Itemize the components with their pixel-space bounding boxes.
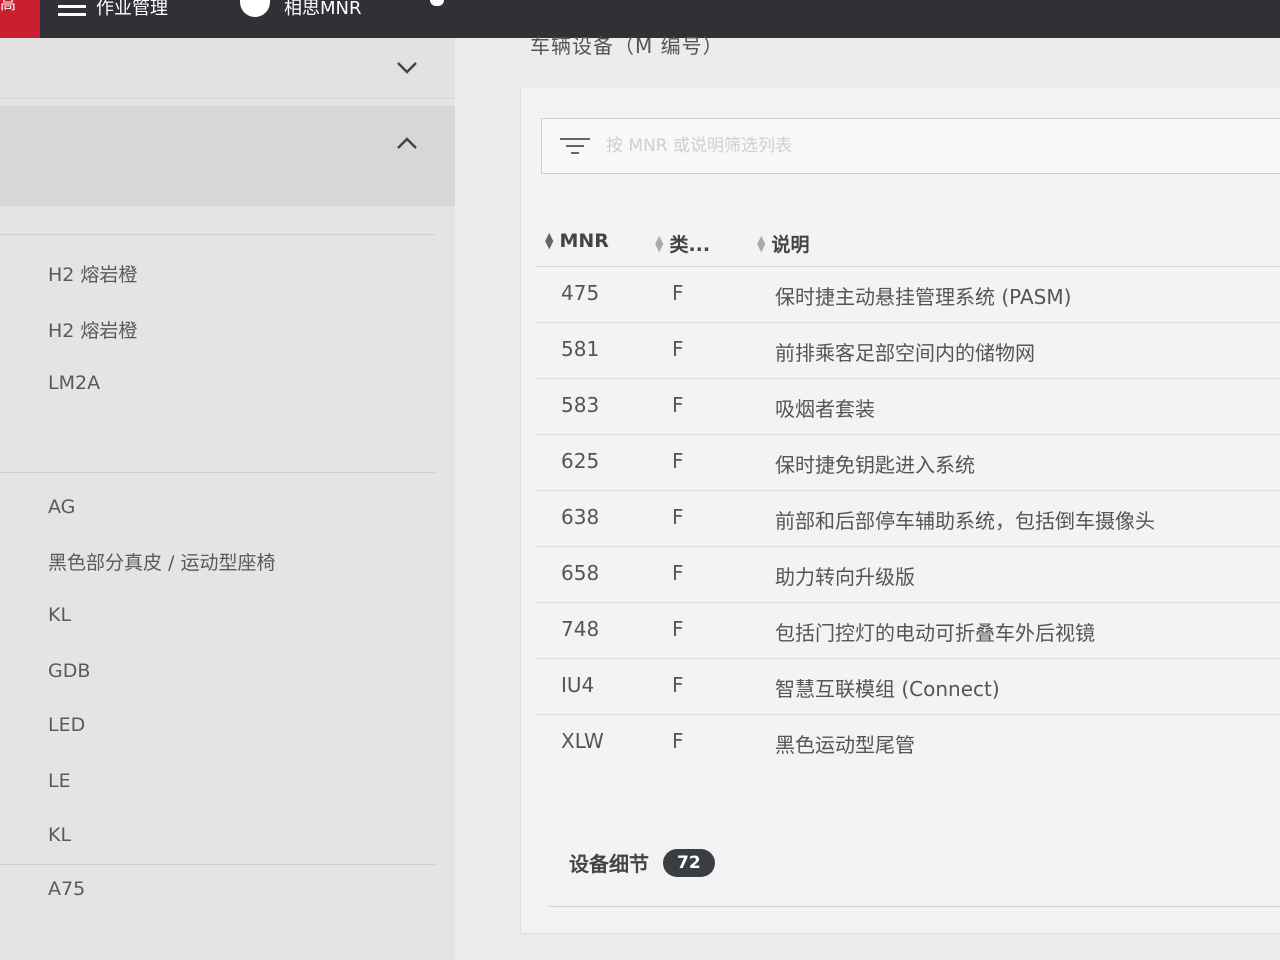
chevron-up-icon[interactable] (387, 128, 427, 158)
cell-mnr: 625 (561, 449, 600, 473)
accordion-section-collapsed[interactable] (0, 38, 455, 99)
info-value: LE (48, 770, 71, 792)
table-row[interactable]: 581 F 前排乘客足部空间内的储物网 (535, 322, 1280, 379)
brand-tab-label: 高 (0, 0, 17, 13)
cell-mnr: 638 (561, 505, 600, 529)
column-header-description[interactable]: ▲ ▼ 说明 (757, 230, 809, 257)
filter-input[interactable] (604, 135, 1208, 157)
info-value: A75 (48, 878, 86, 900)
cell-type: F (672, 393, 684, 417)
table-row[interactable]: 625 F 保时捷免钥匙进入系统 (535, 434, 1280, 491)
info-value: GDB (48, 660, 91, 682)
menu-job-management[interactable]: 作业管理 (58, 0, 168, 20)
cell-mnr: 748 (561, 617, 600, 641)
cell-type: F (672, 729, 684, 753)
cell-type: F (672, 337, 684, 361)
cell-description: 保时捷主动悬挂管理系统 (PASM) (775, 285, 1072, 309)
info-value: H2 熔岩橙 (48, 264, 138, 286)
panel-title: 车辆设备（M 编号） (530, 34, 724, 58)
vehicle-info-sidebar: H2 熔岩橙 H2 熔岩橙 LM2A AG 黑色部分真皮 / 运动型座椅 KL … (0, 38, 455, 960)
cell-mnr: 583 (561, 393, 600, 417)
cell-description: 黑色运动型尾管 (775, 733, 915, 757)
divider (0, 234, 435, 235)
divider (0, 864, 435, 865)
cell-description: 保时捷免钥匙进入系统 (775, 453, 975, 477)
equipment-card: ▲▼ MNR ▲▼ 类... ▲▼ 说明 475 F 保时捷主动悬挂管理系统 (… (520, 88, 1280, 934)
cell-description: 助力转向升级版 (775, 565, 915, 589)
cell-type: F (672, 281, 684, 305)
brand-tab[interactable]: 高 (0, 0, 40, 38)
cell-description: 智慧互联模组 (Connect) (775, 677, 1000, 701)
cell-type: F (672, 561, 684, 585)
cell-description: 前部和后部停车辅助系统，包括倒车摄像头 (775, 509, 1155, 533)
filter-box[interactable] (541, 118, 1280, 174)
table-row[interactable]: 638 F 前部和后部停车辅助系统，包括倒车摄像头 (535, 490, 1280, 547)
cell-type: F (672, 673, 684, 697)
count-badge: 72 (663, 848, 715, 877)
menu-icon[interactable] (430, 0, 444, 6)
cell-description: 吸烟者套装 (775, 397, 875, 421)
info-value: KL (48, 824, 72, 846)
divider (0, 472, 435, 473)
filter-icon (560, 133, 594, 159)
cell-description: 前排乘客足部空间内的储物网 (775, 341, 1035, 365)
table-row[interactable]: 658 F 助力转向升级版 (535, 546, 1280, 603)
chevron-down-icon[interactable] (387, 53, 427, 83)
cell-mnr: IU4 (561, 673, 595, 697)
sort-icon: ▲ ▼ (545, 230, 554, 251)
equipment-details-section[interactable]: 设备细节 72 (569, 848, 715, 877)
table-row[interactable]: 475 F 保时捷主动悬挂管理系统 (PASM) (535, 266, 1280, 323)
info-value: LM2A (48, 372, 101, 394)
column-header-mnr[interactable]: ▲ ▼ MNR (545, 230, 609, 252)
info-icon (240, 0, 270, 17)
info-value: LED (48, 714, 86, 736)
table-row[interactable]: IU4 F 智慧互联模组 (Connect) (535, 658, 1280, 715)
menu-job-management-label: 作业管理 (96, 0, 168, 19)
vehicle-equipment-panel: 车辆设备（M 编号） ▲▼ MNR ▲▼ 类... ▲▼ 说明 (500, 34, 1280, 960)
column-header-description-label: 说明 (771, 234, 810, 256)
divider (549, 906, 1280, 907)
column-header-mnr-label: MNR (559, 230, 609, 252)
sort-icon: ▲ ▼ (655, 232, 664, 254)
column-header-type[interactable]: ▲ ▼ 类... (655, 230, 710, 257)
cell-description: 包括门控灯的电动可折叠车外后视镜 (775, 621, 1095, 645)
table-row[interactable]: 583 F 吸烟者套装 (535, 378, 1280, 435)
column-header-type-label: 类... (669, 234, 711, 256)
list-icon (58, 0, 86, 17)
sort-icon: ▲ ▼ (757, 232, 766, 254)
cell-type: F (672, 449, 684, 473)
cell-type: F (672, 505, 684, 529)
menu-mnr-label: 相思MNR (284, 0, 362, 19)
cell-mnr: 658 (561, 561, 600, 585)
info-value: H2 熔岩橙 (48, 320, 138, 342)
cell-mnr: 475 (561, 281, 600, 305)
info-value: 黑色部分真皮 / 运动型座椅 (48, 552, 276, 574)
accordion-section-expanded[interactable] (0, 106, 455, 206)
cell-mnr: 581 (561, 337, 600, 361)
table-row[interactable]: 748 F 包括门控灯的电动可折叠车外后视镜 (535, 602, 1280, 659)
menu-mnr[interactable]: 相思MNR (240, 0, 362, 20)
info-value: KL (48, 604, 72, 626)
table-row[interactable]: XLW F 黑色运动型尾管 (535, 714, 1280, 770)
equipment-details-label: 设备细节 (569, 852, 649, 876)
table-header: ▲ ▼ MNR ▲ ▼ 类... ▲ ▼ 说明 (535, 220, 1280, 267)
cell-mnr: XLW (561, 729, 604, 753)
info-value: AG (48, 496, 76, 518)
cell-type: F (672, 617, 684, 641)
